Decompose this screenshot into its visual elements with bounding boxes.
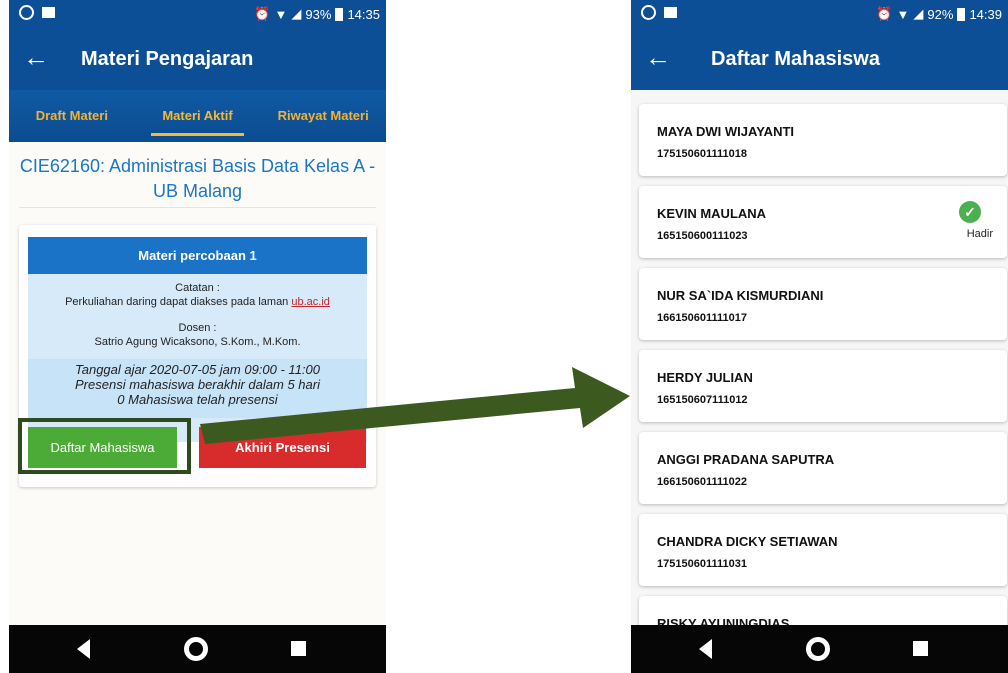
arrow-shape <box>200 367 630 444</box>
navigation-arrow-icon <box>200 367 630 444</box>
